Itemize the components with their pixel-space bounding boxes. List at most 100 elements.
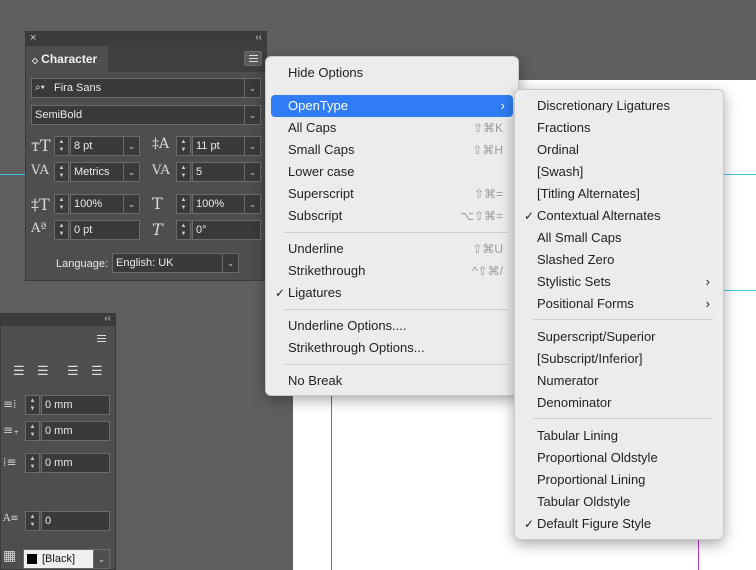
tab-character[interactable]: ◇ Character [26,46,108,72]
menu-item-strikethrough-options[interactable]: Strikethrough Options... [271,337,513,359]
collapse-icon[interactable]: ‹‹ [104,313,111,324]
drop-cap-stepper[interactable]: ▲ ▼ [25,511,40,531]
menu-item-proportional-lining[interactable]: Proportional Lining [520,469,718,491]
font-style-field[interactable]: SemiBold ⌄ [31,105,261,125]
menu-item-superscript[interactable]: Superscript ⇧⌘= [271,183,513,205]
baseline-shift-stepper[interactable]: ▲ ▼ [54,220,69,240]
menu-item-stylistic-sets[interactable]: Stylistic Sets › [520,271,718,293]
collapse-icon[interactable]: ‹‹ [255,32,262,43]
menu-item-label: Small Caps [288,142,355,157]
menu-item-hide-options[interactable]: Hide Options [271,62,513,84]
menu-item-slashed-zero[interactable]: Slashed Zero [520,249,718,271]
chevron-down-icon[interactable]: ⌄ [123,195,139,213]
space-after-field[interactable]: 0 mm [41,453,110,473]
horizontal-scale-stepper[interactable]: ▲ ▼ [176,194,191,214]
chevron-down-icon[interactable]: ⌄ [222,254,238,272]
leading-field[interactable]: 11 pt ⌄ [192,136,261,156]
skew-stepper[interactable]: ▲ ▼ [176,220,191,240]
left-indent-value: 0 mm [45,399,73,411]
chevron-down-icon[interactable]: ⌄ [123,163,139,181]
menu-item-ligatures[interactable]: ✓ Ligatures [271,282,513,304]
menu-item-positional-forms[interactable]: Positional Forms › [520,293,718,315]
character-panel-menu: Hide Options OpenType › All Caps ⇧⌘K Small Ca… [265,56,519,396]
justify-right-icon[interactable]: ☰ [91,363,103,379]
menu-item-default-figure-style[interactable]: ✓ Default Figure Style [520,513,718,535]
menu-item-underline-options[interactable]: Underline Options.... [271,315,513,337]
vertical-scale-stepper[interactable]: ▲ ▼ [54,194,69,214]
menu-item-fractions[interactable]: Fractions [520,117,718,139]
menu-item-lower-case[interactable]: Lower case [271,161,513,183]
menu-shortcut: ^⇧⌘/ [471,264,503,278]
space-after-icon: ⁞≡ [3,455,17,469]
menu-item-subscript[interactable]: Subscript ⌥⇧⌘= [271,205,513,227]
chevron-down-icon[interactable]: ⌄ [244,137,260,155]
menu-separator [284,309,508,310]
left-indent-stepper[interactable]: ▲ ▼ [25,395,40,415]
font-size-field[interactable]: 8 pt ⌄ [70,136,140,156]
menu-item-discretionary-ligatures[interactable]: Discretionary Ligatures [520,95,718,117]
menu-item-tabular-lining[interactable]: Tabular Lining [520,425,718,447]
menu-shortcut: ⌥⇧⌘= [460,209,503,223]
menu-item-opentype[interactable]: OpenType › [271,95,513,117]
menu-item-label: Superscript [288,186,354,201]
menu-item-swash[interactable]: [Swash] [520,161,718,183]
chevron-down-icon[interactable]: ⌄ [244,163,260,181]
justify-icon[interactable]: ☰ [37,363,49,379]
align-center-icon[interactable]: ☰ [13,363,25,379]
swatch-dropdown[interactable]: [Black] ⌄ [23,549,110,569]
horizontal-scale-value: 100% [196,198,225,210]
menu-separator [284,364,508,365]
kerning-value: Metrics [74,166,110,178]
menu-item-strikethrough[interactable]: Strikethrough ^⇧⌘/ [271,260,513,282]
chevron-down-icon[interactable]: ⌄ [244,79,260,97]
kerning-stepper[interactable]: ▲ ▼ [54,162,69,182]
guide-line [0,174,25,175]
menu-item-label: Proportional Oldstyle [537,450,658,465]
kerning-field[interactable]: Metrics ⌄ [70,162,140,182]
chevron-down-icon[interactable]: ⌄ [244,195,260,213]
leading-stepper[interactable]: ▲ ▼ [176,136,191,156]
first-line-indent-stepper[interactable]: ▲ ▼ [25,421,40,441]
horizontal-scale-field[interactable]: 100% ⌄ [192,194,261,214]
menu-item-all-caps[interactable]: All Caps ⇧⌘K [271,117,513,139]
language-dropdown[interactable]: English: UK ⌄ [112,253,239,273]
menu-item-label: Ordinal [537,142,579,157]
close-icon[interactable]: × [30,32,36,44]
menu-item-all-small-caps[interactable]: All Small Caps [520,227,718,249]
drop-cap-field[interactable]: 0 [41,511,110,531]
align-right-icon[interactable]: ☰ [67,363,79,379]
vertical-scale-field[interactable]: 100% ⌄ [70,194,140,214]
baseline-shift-field[interactable]: 0 pt [70,220,140,240]
left-indent-field[interactable]: 0 mm [41,395,110,415]
menu-item-underline[interactable]: Underline ⇧⌘U [271,238,513,260]
menu-item-small-caps[interactable]: Small Caps ⇧⌘H [271,139,513,161]
menu-item-titling-alternates[interactable]: [Titling Alternates] [520,183,718,205]
menu-item-proportional-oldstyle[interactable]: Proportional Oldstyle [520,447,718,469]
menu-item-no-break[interactable]: No Break [271,370,513,392]
panel-menu-button[interactable] [93,332,111,347]
menu-item-label: Tabular Oldstyle [537,494,631,509]
first-line-indent-field[interactable]: 0 mm [41,421,110,441]
menu-item-numerator[interactable]: Numerator [520,370,718,392]
menu-item-superscript-superior[interactable]: Superscript/Superior [520,326,718,348]
menu-item-contextual-alternates[interactable]: ✓ Contextual Alternates [520,205,718,227]
tracking-stepper[interactable]: ▲ ▼ [176,162,191,182]
menu-item-ordinal[interactable]: Ordinal [520,139,718,161]
chevron-down-icon[interactable]: ⌄ [244,106,260,124]
skew-value: 0° [196,224,207,236]
menu-item-label: Default Figure Style [537,516,652,531]
kerning-icon: VA [31,163,49,178]
menu-item-subscript-inferior[interactable]: [Subscript/Inferior] [520,348,718,370]
font-size-stepper[interactable]: ▲ ▼ [54,136,69,156]
chevron-down-icon[interactable]: ⌄ [123,137,139,155]
menu-item-label: Proportional Lining [537,472,646,487]
space-after-stepper[interactable]: ▲ ▼ [25,453,40,473]
menu-item-denominator[interactable]: Denominator [520,392,718,414]
tracking-field[interactable]: 5 ⌄ [192,162,261,182]
skew-field[interactable]: 0° [192,220,261,240]
menu-item-tabular-oldstyle[interactable]: Tabular Oldstyle [520,491,718,513]
menu-item-label: OpenType [288,98,348,113]
panel-menu-button[interactable] [244,51,262,66]
chevron-down-icon[interactable]: ⌄ [93,550,109,568]
font-family-field[interactable]: ⌕▾ Fira Sans ⌄ [31,78,261,98]
